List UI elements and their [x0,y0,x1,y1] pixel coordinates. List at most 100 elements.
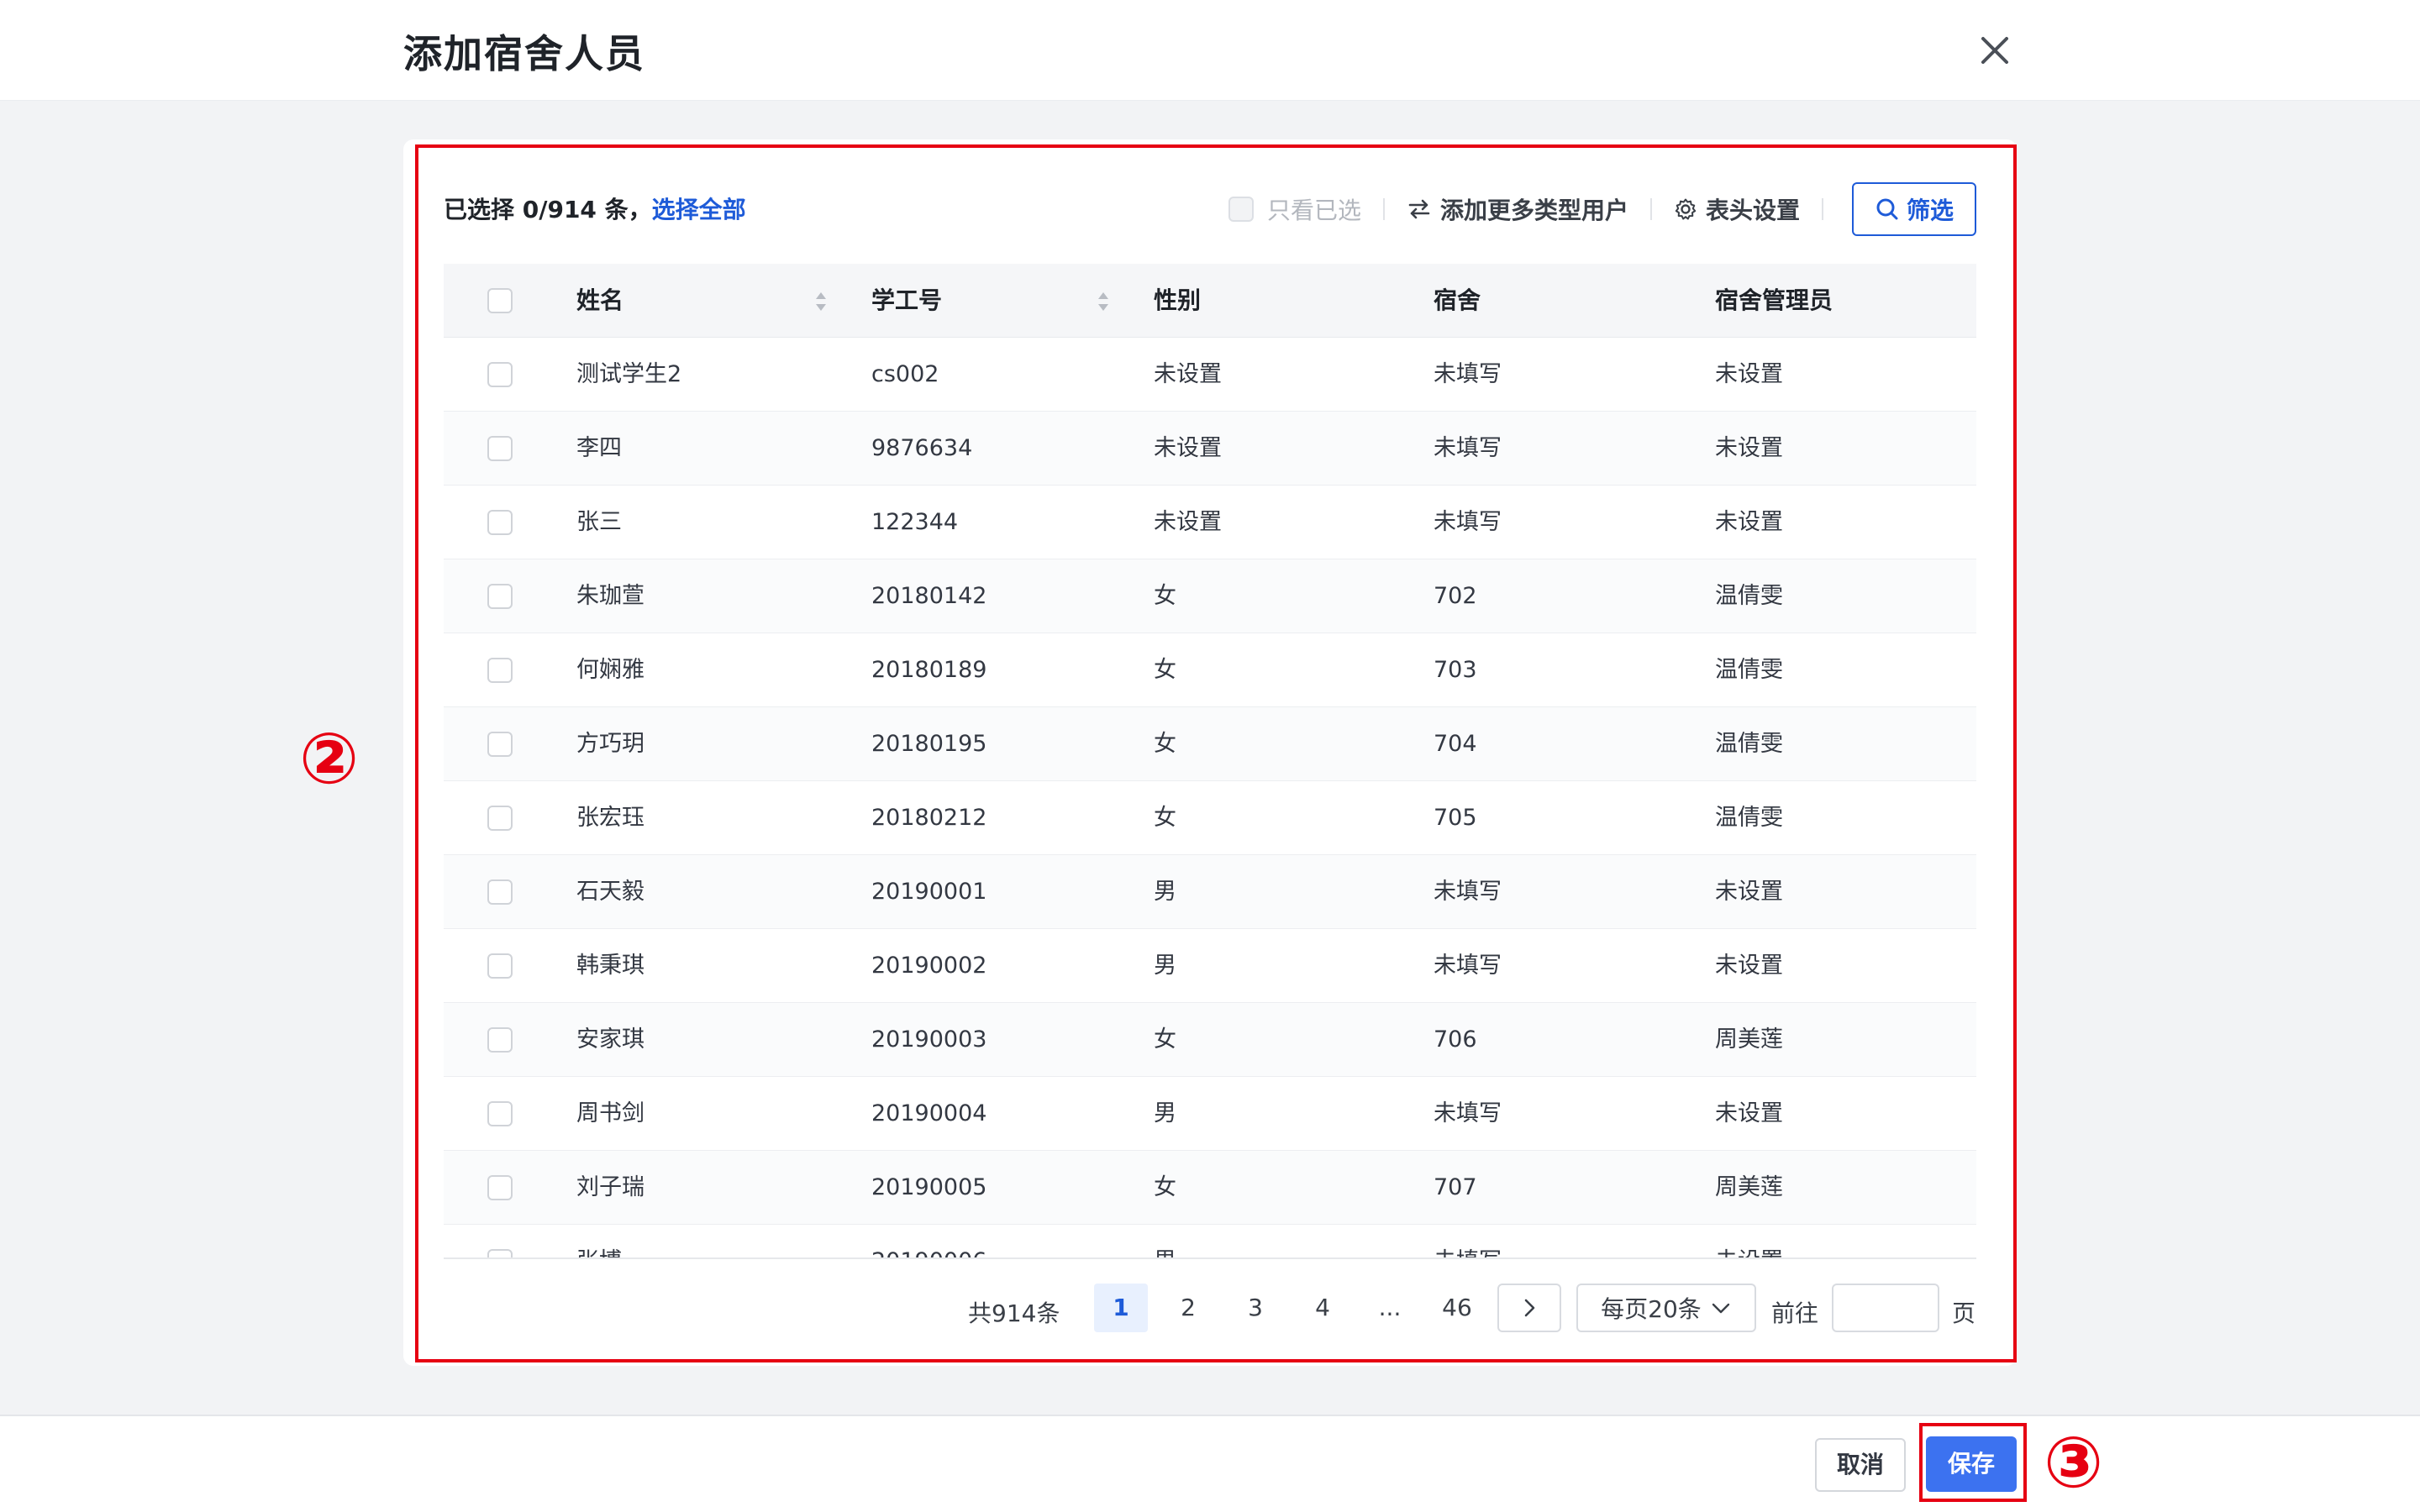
select-all-checkbox[interactable] [487,288,513,313]
cell-student-id: 20190006 [871,1225,986,1258]
table-row[interactable]: 安家琪 20190003 女 706 周美莲 [444,1003,1976,1077]
toolbar-divider [1822,198,1823,220]
filter-label: 筛选 [1906,197,1954,224]
gear-icon [1675,198,1697,220]
table-row[interactable]: 张博 20190006 男 未填写 未设置 [444,1225,1976,1258]
goto-label: 前往 [1771,1299,1819,1327]
cell-gender: 男 [1154,879,1176,905]
save-button[interactable]: 保存 [1926,1436,2017,1492]
filter-button[interactable]: 筛选 [1852,182,1976,236]
next-page-button[interactable] [1497,1284,1561,1332]
chevron-down-icon [1712,1303,1730,1314]
only-selected-checkbox[interactable] [1228,197,1254,222]
members-table: 姓名 学工号 性别 宿舍 宿舍管理员 测试学生2 cs002 未设置 未填写 未设置 李四… [444,264,1976,1258]
cell-student-id: 20180189 [871,657,987,683]
cell-name: 李四 [576,435,622,461]
add-more-users-label: 添加更多类型用户 [1439,197,1628,224]
column-header-gender: 性别 [1154,286,1202,314]
only-selected-toggle[interactable]: 只看已选 [1228,192,1361,226]
pagination-total: 共914条 [968,1299,1060,1327]
cell-name: 何娴雅 [576,657,644,683]
cell-dorm: 707 [1434,1174,1477,1200]
chevron-right-icon [1524,1299,1535,1317]
selection-summary: 已选择 0/914 条，选择全部 [444,192,746,225]
cell-gender: 女 [1154,583,1176,609]
row-checkbox[interactable] [487,658,513,683]
cell-gender: 未设置 [1154,435,1222,461]
row-checkbox[interactable] [487,806,513,831]
table-row[interactable]: 周书剑 20190004 男 未填写 未设置 [444,1077,1976,1151]
cell-student-id: 20190002 [871,953,987,979]
cell-manager: 未设置 [1715,953,1783,979]
row-checkbox[interactable] [487,1101,513,1126]
table-row[interactable]: 石天毅 20190001 男 未填写 未设置 [444,855,1976,929]
table-row[interactable]: 方巧玥 20180195 女 704 温倩雯 [444,707,1976,781]
cell-dorm: 705 [1434,805,1477,831]
column-header-dorm: 宿舍 [1434,286,1481,314]
row-checkbox[interactable] [487,879,513,905]
dialog-header: 添加宿舍人员 [0,0,2420,101]
cell-name: 安家琪 [576,1026,644,1053]
column-header-name[interactable]: 姓名 [576,264,623,338]
cell-name: 周书剑 [576,1100,644,1126]
page-button-4[interactable]: 4 [1296,1284,1349,1332]
page-ellipsis[interactable]: ... [1363,1284,1417,1332]
cell-name: 石天毅 [576,879,644,905]
table-row[interactable]: 韩秉琪 20190002 男 未填写 未设置 [444,929,1976,1003]
row-checkbox[interactable] [487,1027,513,1053]
cell-manager: 未设置 [1715,879,1783,905]
sort-icon[interactable] [1096,291,1111,312]
sort-icon[interactable] [813,291,829,312]
row-checkbox[interactable] [487,732,513,757]
page-button-2[interactable]: 2 [1161,1284,1215,1332]
row-checkbox[interactable] [487,436,513,461]
page-button-46[interactable]: 46 [1430,1284,1484,1332]
add-more-users-button[interactable]: 添加更多类型用户 [1407,192,1628,226]
row-checkbox[interactable] [487,953,513,979]
cell-name: 测试学生2 [576,361,682,387]
cell-manager: 温倩雯 [1715,657,1783,683]
cancel-button[interactable]: 取消 [1815,1438,1906,1492]
cell-name: 张三 [576,509,622,535]
row-checkbox[interactable] [487,584,513,609]
table-row[interactable]: 李四 9876634 未设置 未填写 未设置 [444,412,1976,486]
cell-dorm: 702 [1434,583,1477,609]
cell-manager: 未设置 [1715,1100,1783,1126]
goto-page-input[interactable] [1832,1284,1939,1332]
table-row[interactable]: 何娴雅 20180189 女 703 温倩雯 [444,633,1976,707]
row-checkbox[interactable] [487,362,513,387]
cell-student-id: 20180195 [871,731,987,757]
cell-manager: 未设置 [1715,1225,1783,1258]
cell-gender: 女 [1154,731,1176,757]
search-icon [1876,198,1898,220]
table-row[interactable]: 刘子瑞 20190005 女 707 周美莲 [444,1151,1976,1225]
cell-dorm: 未填写 [1434,879,1502,905]
cell-student-id: 9876634 [871,435,973,461]
row-checkbox[interactable] [487,510,513,535]
cell-dorm: 704 [1434,731,1477,757]
cell-manager: 未设置 [1715,435,1783,461]
row-checkbox[interactable] [487,1175,513,1200]
page-size-value: 每页20条 [1601,1295,1702,1323]
cell-student-id: 20190001 [871,879,987,905]
dialog-title: 添加宿舍人员 [403,31,645,76]
cell-manager: 温倩雯 [1715,805,1783,831]
cell-dorm: 未填写 [1434,1100,1502,1126]
cell-gender: 未设置 [1154,361,1222,387]
close-icon[interactable] [1975,30,2015,71]
table-row[interactable]: 张三 122344 未设置 未填写 未设置 [444,486,1976,559]
page-button-1[interactable]: 1 [1094,1284,1148,1332]
cell-student-id: cs002 [871,361,939,387]
header-settings-button[interactable]: 表头设置 [1674,192,1800,226]
table-row[interactable]: 朱珈萱 20180142 女 702 温倩雯 [444,559,1976,633]
table-row[interactable]: 测试学生2 cs002 未设置 未填写 未设置 [444,338,1976,412]
page-button-3[interactable]: 3 [1228,1284,1282,1332]
column-header-id[interactable]: 学工号 [871,264,942,338]
table-row[interactable]: 张宏珏 20180212 女 705 温倩雯 [444,781,1976,855]
select-all-link[interactable]: 选择全部 [652,196,746,223]
pagination: 共914条 1 2 3 4 ... 46 每页20条 前往 页 [444,1284,1976,1334]
cell-student-id: 20180212 [871,805,987,831]
swap-icon [1408,199,1430,219]
cell-name: 张博 [576,1225,622,1258]
page-size-select[interactable]: 每页20条 [1576,1284,1756,1332]
